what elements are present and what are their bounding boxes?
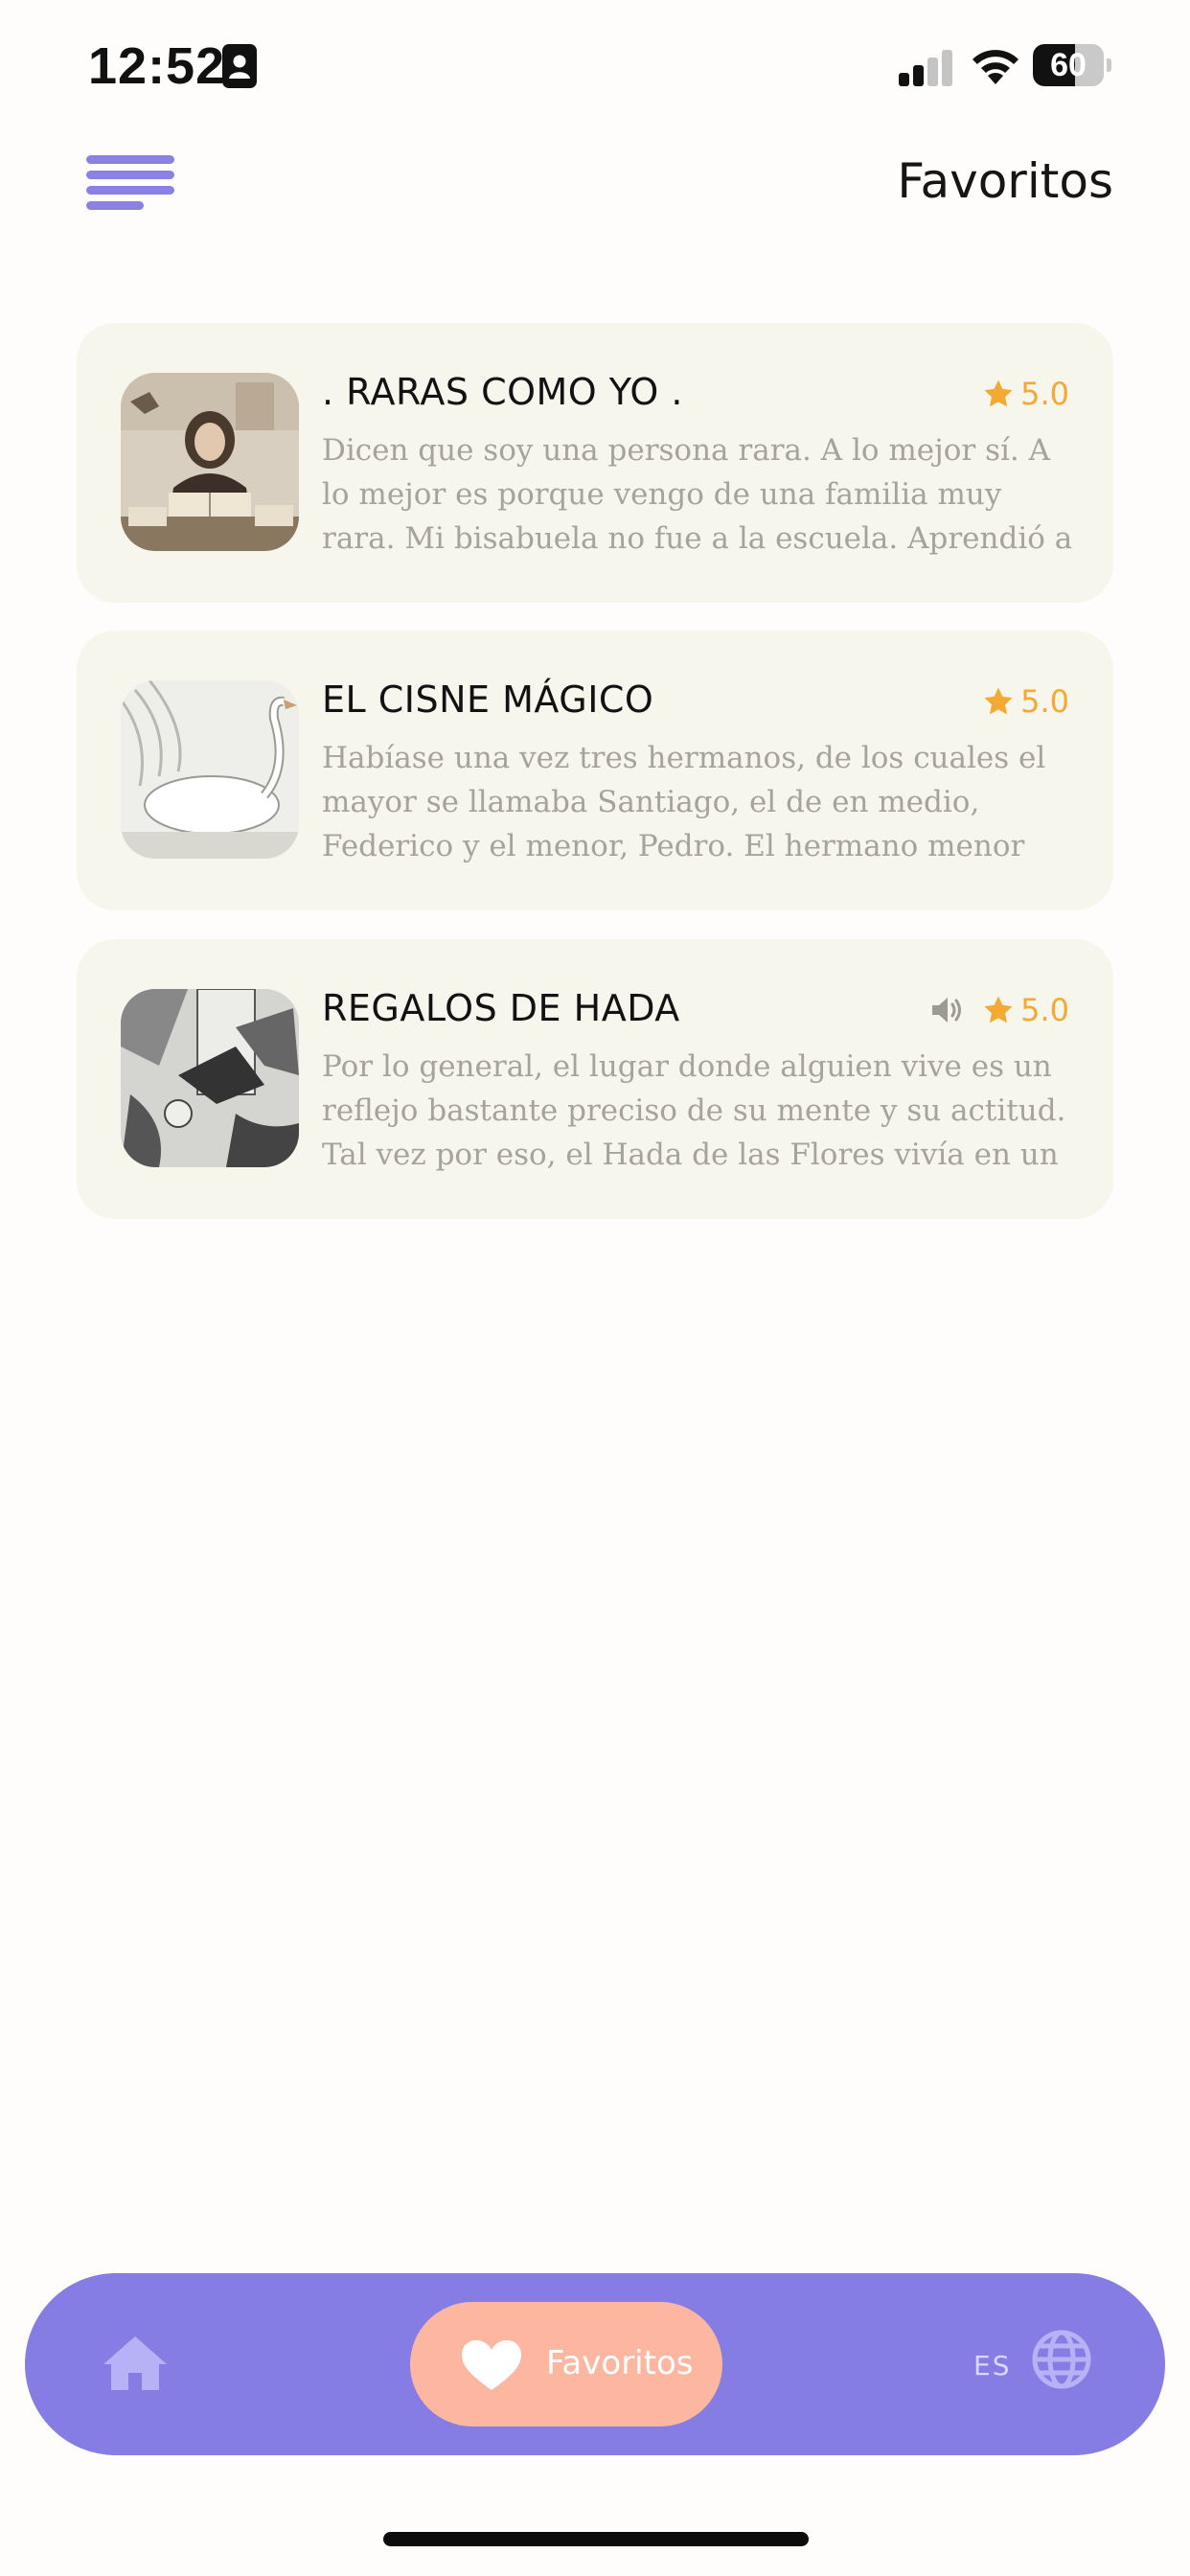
favorites-tab-label: Favoritos — [546, 2344, 694, 2382]
story-title: EL CISNE MÁGICO — [322, 678, 654, 721]
story-thumbnail — [121, 680, 299, 859]
story-thumbnail — [121, 989, 299, 1167]
rating-value: 5.0 — [1020, 683, 1069, 720]
home-indicator — [383, 2532, 809, 2546]
star-icon — [984, 687, 1013, 715]
status-time: 12:52 — [88, 37, 226, 95]
story-rating: 5.0 — [930, 991, 1069, 1029]
cellular-signal-icon — [899, 50, 952, 86]
star-icon — [984, 380, 1013, 407]
globe-icon — [1032, 2330, 1091, 2389]
story-card[interactable]: REGALOS DE HADA 5.0 Por lo general, el l… — [77, 939, 1113, 1219]
contact-card-icon — [222, 44, 257, 88]
battery-icon: 60 — [1033, 44, 1111, 88]
battery-percentage: 60 — [1050, 47, 1087, 83]
story-card[interactable]: EL CISNE MÁGICO 5.0 Habíase una vez tres… — [77, 631, 1113, 910]
story-rating: 5.0 — [982, 682, 1069, 721]
story-excerpt: Por lo general, el lugar donde alguien v… — [322, 1049, 1066, 1172]
status-bar: 12:52 60 — [0, 0, 1190, 134]
page-title: Favoritos — [897, 153, 1113, 209]
story-rating: 5.0 — [982, 375, 1069, 413]
heart-icon — [462, 2340, 521, 2390]
rating-value: 5.0 — [1020, 376, 1069, 412]
menu-button[interactable] — [86, 151, 174, 215]
hamburger-menu-icon — [86, 155, 174, 164]
rating-value: 5.0 — [1020, 992, 1069, 1028]
story-title: REGALOS DE HADA — [322, 987, 680, 1029]
story-card[interactable]: . RARAS COMO YO . 5.0 Dicen que soy una … — [77, 323, 1113, 603]
speaker-icon — [932, 998, 962, 1023]
bottom-navigation: Favoritos ES — [25, 2273, 1165, 2455]
language-selector[interactable]: ES — [973, 2329, 1108, 2400]
story-excerpt: Habíase una vez tres hermanos, de los cu… — [322, 741, 1046, 863]
story-excerpt: Dicen que soy una persona rara. A lo mej… — [322, 433, 1073, 556]
home-icon[interactable] — [100, 2329, 171, 2400]
language-code: ES — [973, 2350, 1012, 2381]
star-icon — [984, 996, 1013, 1024]
wifi-icon — [973, 50, 1018, 84]
story-title: . RARAS COMO YO . — [322, 371, 683, 413]
story-thumbnail — [121, 373, 299, 551]
favorites-tab[interactable]: Favoritos — [410, 2302, 722, 2426]
